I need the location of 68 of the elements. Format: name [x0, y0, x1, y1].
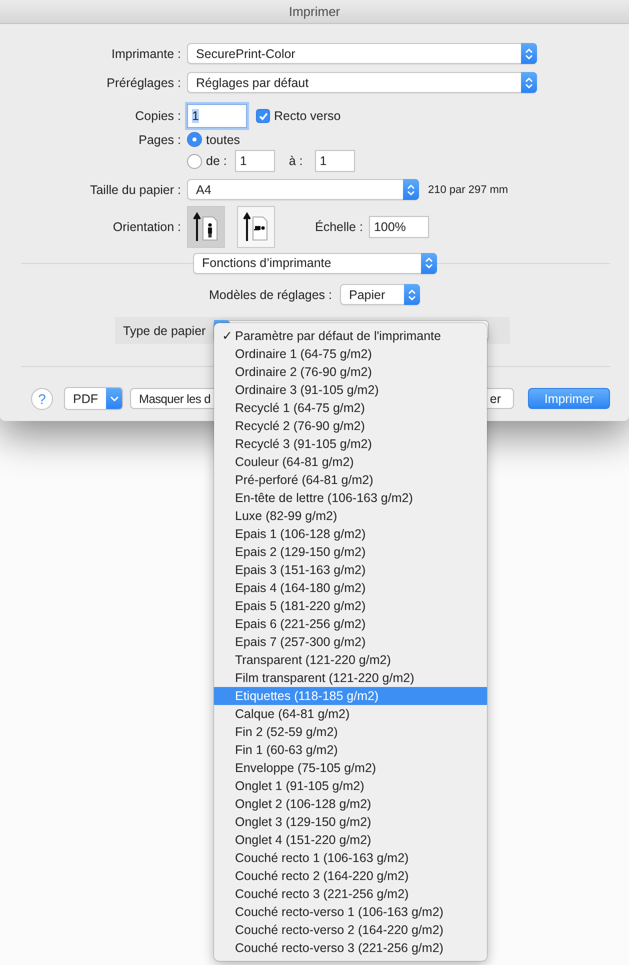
menu-item[interactable]: Couleur (64-81 g/m2)	[214, 453, 487, 471]
settings-model-popup[interactable]: Papier	[340, 284, 420, 305]
printer-popup[interactable]: SecurePrint-Color	[187, 43, 537, 64]
menu-item[interactable]: Couché recto 3 (221-256 g/m2)	[214, 885, 487, 903]
menu-item[interactable]: Couché recto 1 (106-163 g/m2)	[214, 849, 487, 867]
menu-item[interactable]: Onglet 1 (91-105 g/m2)	[214, 777, 487, 795]
menu-item[interactable]: Epais 6 (221-256 g/m2)	[214, 615, 487, 633]
caret-icon	[106, 388, 122, 409]
field-label: Préréglages :	[106, 76, 182, 90]
radio-button[interactable]	[187, 132, 202, 147]
menu-item[interactable]: Epais 2 (129-150 g/m2)	[214, 543, 487, 561]
menu-item[interactable]: Couché recto 2 (164-220 g/m2)	[214, 867, 487, 885]
field-label: Modèles de réglages :	[209, 288, 332, 302]
field-label: à :	[288, 154, 303, 168]
paper-size-popup[interactable]: A4	[187, 179, 419, 200]
window-title: Imprimer	[288, 4, 340, 19]
field-label: Échelle :	[315, 220, 363, 234]
field-label: Copies :	[134, 109, 182, 123]
menu-item[interactable]: Film transparent (121-220 g/m2)	[214, 669, 487, 687]
menu-item[interactable]: Onglet 3 (129-150 g/m2)	[214, 813, 487, 831]
menu-item[interactable]: Transparent (121-220 g/m2)	[214, 651, 487, 669]
copies-field[interactable]: 1	[187, 104, 247, 128]
menu-item[interactable]: Couché recto-verso 2 (164-220 g/m2)	[214, 921, 487, 939]
stepper-icon	[403, 179, 419, 200]
field-label: Orientation :	[112, 220, 182, 234]
radio-label: toutes	[206, 132, 240, 146]
stepper-icon	[521, 43, 537, 64]
paper-dimensions: 210 par 297 mm	[428, 184, 508, 196]
menu-item[interactable]: ✓ Paramètre par défaut de l'imprimante	[214, 327, 487, 345]
menu-item[interactable]: En-tête de lettre (106-163 g/m2)	[214, 489, 487, 507]
page-to-field[interactable]: 1	[314, 150, 355, 172]
menu-item[interactable]: Onglet 2 (106-128 g/m2)	[214, 795, 487, 813]
stepper-icon	[421, 252, 437, 274]
radio-button[interactable]	[187, 154, 202, 168]
page-from-field[interactable]: 1	[234, 150, 275, 172]
checkbox[interactable]	[256, 109, 270, 123]
menu-item[interactable]: Recyclé 3 (91-105 g/m2)	[214, 435, 487, 453]
scale-field[interactable]: 100%	[368, 216, 429, 238]
checkbox-label: Recto verso	[274, 109, 341, 123]
menu-item[interactable]: Epais 4 (164-180 g/m2)	[214, 579, 487, 597]
pdf-button[interactable]: PDF	[64, 387, 123, 410]
menu-item[interactable]: Pré-perforé (64-81 g/m2)	[214, 471, 487, 489]
menu-item[interactable]: Couché recto-verso 1 (106-163 g/m2)	[214, 903, 487, 921]
stepper-icon	[521, 72, 537, 93]
menu-item[interactable]: Recyclé 2 (76-90 g/m2)	[214, 417, 487, 435]
menu-item[interactable]: Epais 5 (181-220 g/m2)	[214, 597, 487, 615]
radio-label: de :	[206, 154, 227, 168]
menu-item[interactable]: Ordinaire 1 (64-75 g/m2)	[214, 345, 487, 363]
menu-item[interactable]: Epais 7 (257-300 g/m2)	[214, 633, 487, 651]
menu-item[interactable]: Onglet 4 (151-220 g/m2)	[214, 831, 487, 849]
field-label: Pages :	[138, 132, 182, 146]
portrait-button[interactable]	[187, 206, 225, 248]
stepper-icon	[404, 284, 420, 305]
menu-item[interactable]: Fin 1 (60-63 g/m2)	[214, 741, 487, 759]
menu-item[interactable]: Fin 2 (52-59 g/m2)	[214, 723, 487, 741]
menu-item[interactable]: Enveloppe (75-105 g/m2)	[214, 759, 487, 777]
section-popup[interactable]: Fonctions d’imprimante	[193, 252, 437, 274]
field-label: Taille du papier :	[88, 182, 182, 196]
presets-popup[interactable]: Réglages par défaut	[187, 72, 537, 93]
menu-item[interactable]: Couché recto-verso 3 (221-256 g/m2)	[214, 939, 487, 957]
field-label: Imprimante :	[110, 46, 182, 60]
menu-item[interactable]: Epais 1 (106-128 g/m2)	[214, 525, 487, 543]
landscape-button[interactable]	[237, 206, 275, 248]
menu-item[interactable]: Calque (64-81 g/m2)	[214, 705, 487, 723]
field-label: Type de papier	[123, 324, 206, 338]
menu-item[interactable]: Ordinaire 2 (76-90 g/m2)	[214, 363, 487, 381]
menu-item[interactable]: Epais 3 (151-163 g/m2)	[214, 561, 487, 579]
menu-item[interactable]: Luxe (82-99 g/m2)	[214, 507, 487, 525]
